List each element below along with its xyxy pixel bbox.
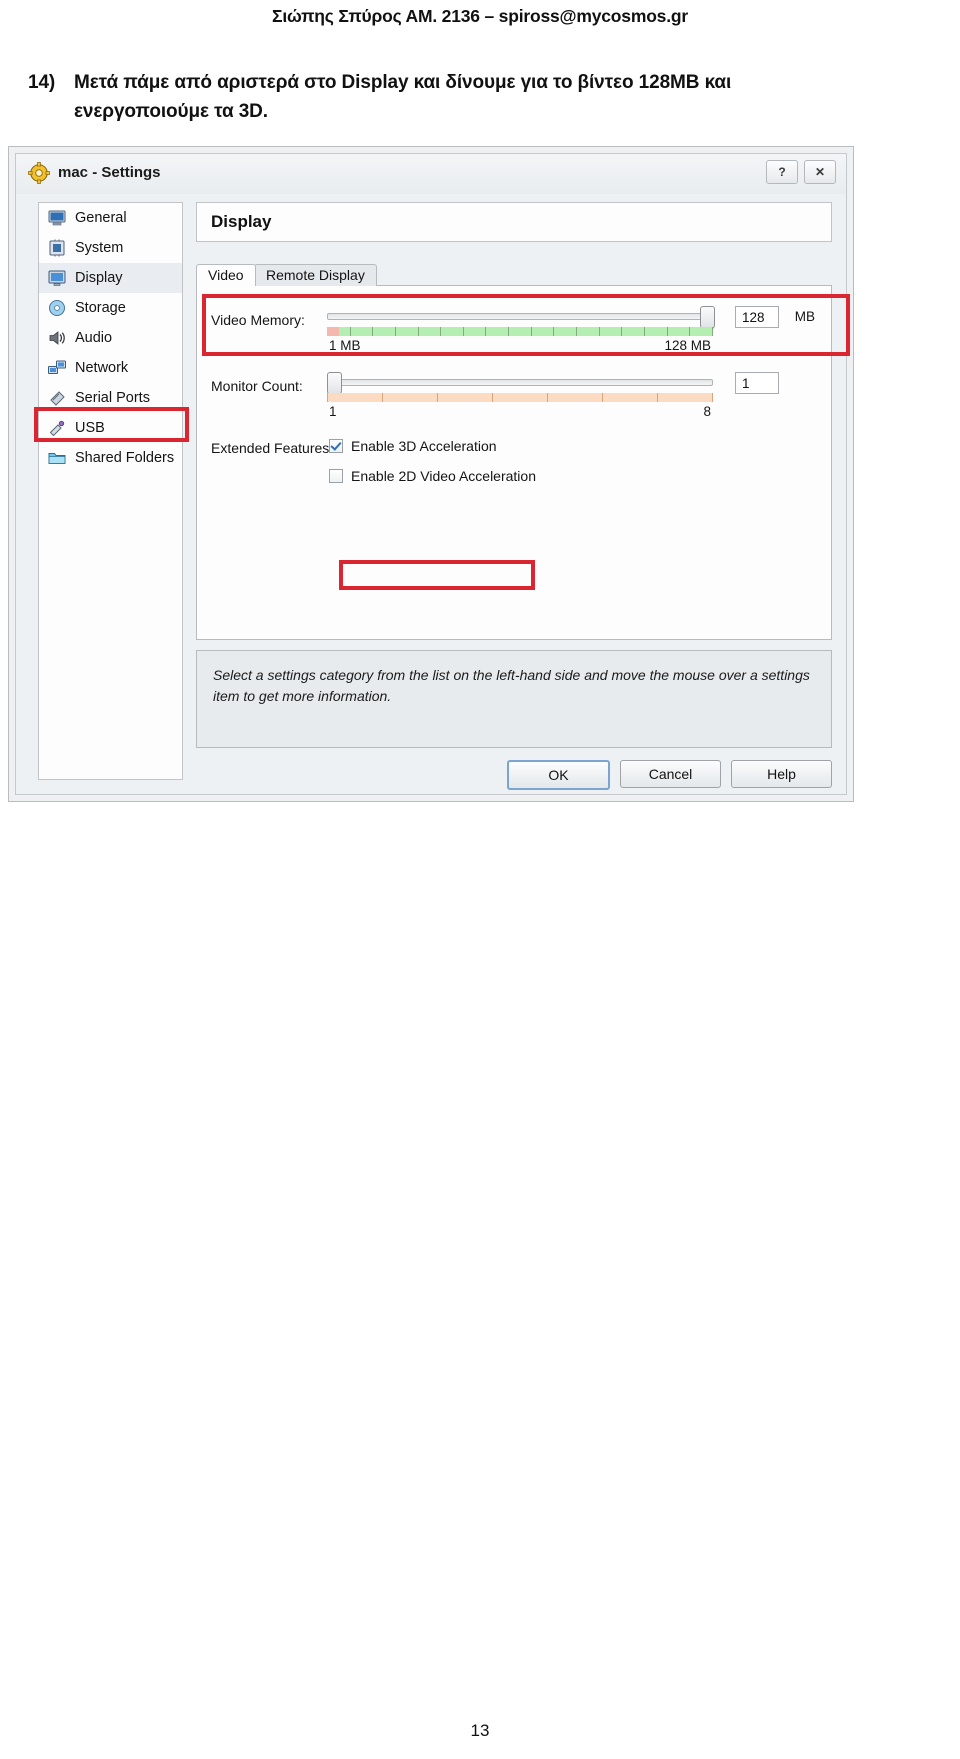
video-memory-slider[interactable]	[327, 306, 715, 330]
video-memory-min-label: 1 MB	[329, 338, 361, 353]
instruction-text-after-bold: και δίνουμε για το βίντεο 128MB και	[408, 72, 732, 93]
sidebar-item-shared-folders[interactable]: Shared Folders	[39, 443, 182, 473]
panel-title: Display	[196, 202, 832, 242]
window-title: mac - Settings	[58, 164, 161, 181]
sidebar-item-label: Display	[75, 270, 123, 286]
folder-icon	[47, 448, 67, 468]
sidebar-item-storage[interactable]: Storage	[39, 293, 182, 323]
video-memory-label: Video Memory:	[211, 312, 305, 328]
video-memory-row: Video Memory: 1 MB 128 MB 128 MB	[211, 306, 821, 356]
disc-icon	[47, 298, 67, 318]
sidebar-item-system[interactable]: System	[39, 233, 182, 263]
sidebar-item-network[interactable]: Network	[39, 353, 182, 383]
tab-remote-display[interactable]: Remote Display	[254, 264, 377, 286]
help-icon[interactable]: ?	[766, 160, 798, 184]
sidebar-item-label: Storage	[75, 300, 126, 316]
monitor-count-input[interactable]: 1	[735, 372, 779, 394]
video-memory-max-label: 128 MB	[664, 338, 711, 353]
sidebar-item-audio[interactable]: Audio	[39, 323, 182, 353]
close-icon[interactable]: ✕	[804, 160, 836, 184]
cancel-button[interactable]: Cancel	[620, 760, 721, 788]
checkbox-icon-unchecked[interactable]	[329, 469, 343, 483]
instruction-number: 14)	[28, 72, 56, 93]
monitor-count-min-label: 1	[329, 404, 337, 419]
help-button[interactable]: Help	[731, 760, 832, 788]
sidebar-item-label: Audio	[75, 330, 113, 346]
page-number: 13	[470, 1721, 490, 1740]
speaker-icon	[47, 328, 67, 348]
gear-icon	[28, 162, 50, 184]
monitor-count-row: Monitor Count: 1 8 1	[211, 372, 821, 422]
serial-port-icon	[47, 388, 67, 408]
sidebar-item-label: Network	[75, 360, 129, 376]
sidebar-item-label: General	[75, 210, 127, 226]
chip-icon	[47, 238, 67, 258]
checkbox-label: Enable 3D Acceleration	[351, 438, 497, 454]
dialog-button-bar: OK Cancel Help	[507, 760, 832, 790]
checkbox-enable-2d-video-acceleration[interactable]: Enable 2D Video Acceleration	[329, 468, 536, 484]
virtualbox-settings-screenshot: mac - Settings ? ✕ General System Displa…	[8, 146, 854, 802]
monitor-count-tickmarks	[327, 393, 713, 402]
sidebar-item-label: System	[75, 240, 124, 256]
settings-window: mac - Settings ? ✕ General System Displa…	[15, 153, 850, 795]
window-titlebar: mac - Settings ? ✕	[16, 154, 846, 194]
slider-groove	[327, 379, 713, 386]
sidebar-item-serial-ports[interactable]: Serial Ports	[39, 383, 182, 413]
monitor-count-label: Monitor Count:	[211, 378, 303, 394]
sidebar-item-usb[interactable]: USB	[39, 413, 182, 443]
monitor-count-slider[interactable]	[327, 372, 713, 396]
video-memory-tickmarks	[327, 327, 713, 336]
monitor-count-max-label: 8	[703, 404, 711, 419]
video-tab-panel: Video Memory: 1 MB 128 MB 128 MB Monitor…	[196, 285, 832, 640]
instruction-paragraph: 14) Μετά πάμε από αριστερά στο Display κα…	[28, 68, 908, 127]
checkbox-enable-3d-acceleration[interactable]: Enable 3D Acceleration	[329, 438, 497, 454]
instruction-line-2: ενεργοποιούμε τα 3D.	[74, 101, 268, 123]
sidebar-item-label: Shared Folders	[75, 450, 175, 466]
video-memory-input[interactable]: 128	[735, 306, 779, 328]
extended-features-label: Extended Features:	[211, 440, 334, 456]
slider-groove	[327, 313, 713, 320]
network-icon	[47, 358, 67, 378]
document-header: Σιώπης Σπύρος ΑΜ. 2136 – spiross@mycosmo…	[272, 6, 688, 26]
sidebar-item-general[interactable]: General	[39, 203, 182, 233]
sidebar-item-label: Serial Ports	[75, 390, 150, 406]
settings-category-list[interactable]: General System Display Storage Audio Net…	[38, 202, 183, 780]
usb-icon	[47, 418, 67, 438]
tick-lead-warning	[327, 327, 339, 336]
window-controls: ? ✕	[766, 160, 836, 184]
info-hint-text: Select a settings category from the list…	[196, 650, 832, 748]
checkbox-label: Enable 2D Video Acceleration	[351, 468, 536, 484]
display-icon	[47, 268, 67, 288]
tab-video[interactable]: Video	[196, 264, 256, 286]
monitor-icon	[47, 208, 67, 228]
sidebar-item-display[interactable]: Display	[39, 263, 182, 293]
instruction-text-before-bold: Μετά πάμε από αριστερά στο	[74, 72, 342, 93]
ok-button[interactable]: OK	[507, 760, 610, 790]
checkbox-icon-checked[interactable]	[329, 439, 343, 453]
sidebar-item-label: USB	[75, 420, 105, 436]
tab-strip: Video Remote Display	[196, 264, 832, 286]
video-memory-unit: MB	[794, 309, 815, 324]
instruction-bold-term: Display	[341, 72, 409, 93]
